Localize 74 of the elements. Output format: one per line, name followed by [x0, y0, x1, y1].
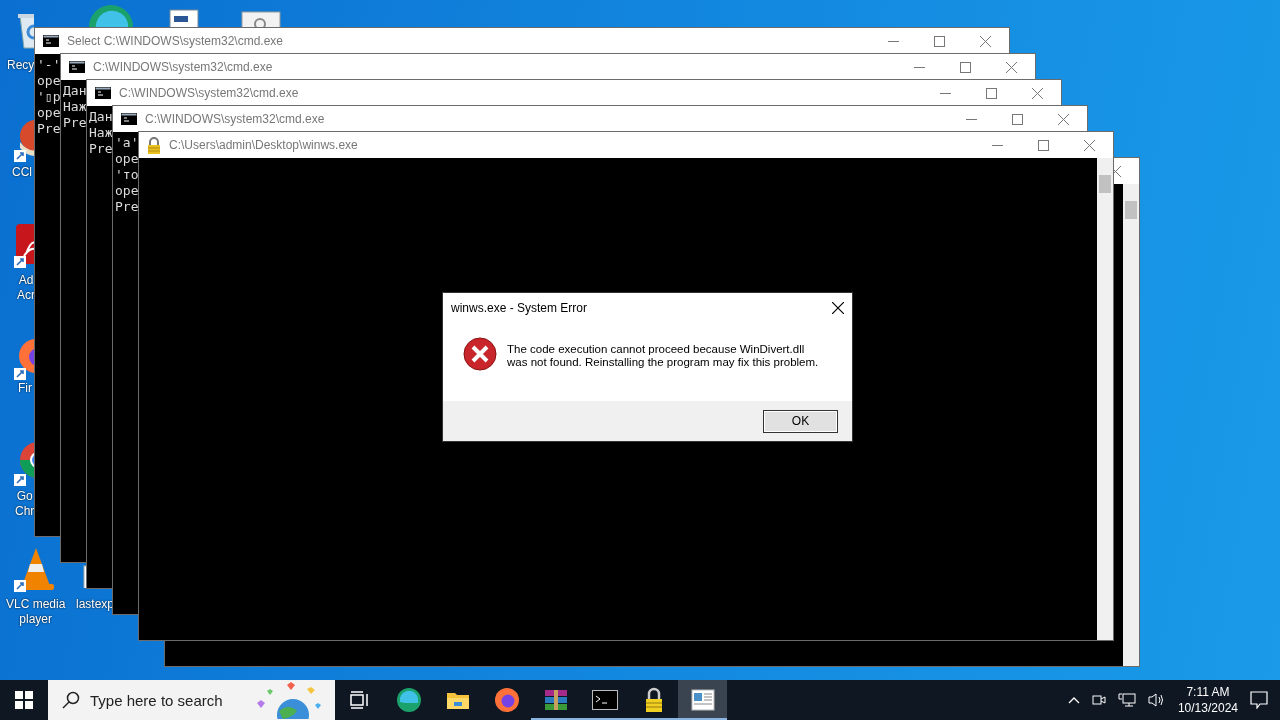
console-text: Наж [63, 99, 87, 115]
volume-icon[interactable] [1147, 692, 1166, 708]
maximize-icon[interactable] [1038, 139, 1049, 151]
console-text: Pre [115, 199, 139, 215]
maximize-icon[interactable] [960, 61, 971, 73]
console-text: ope [37, 73, 61, 89]
error-icon [463, 337, 497, 371]
console-text: ope [115, 151, 139, 167]
console-icon [121, 113, 137, 125]
edge-icon [395, 687, 422, 713]
window-title: C:\WINDOWS\system32\cmd.exe [93, 60, 274, 74]
console-text: Дан [89, 109, 113, 125]
scrollbar[interactable] [1123, 184, 1139, 666]
camera-icon[interactable] [1091, 692, 1106, 708]
console-icon [95, 87, 111, 99]
console-icon [43, 35, 59, 47]
console-text: Дан [63, 83, 87, 99]
close-icon[interactable] [832, 302, 844, 314]
console-text: 'то [115, 167, 139, 183]
ok-button[interactable]: OK [763, 409, 838, 433]
console-text: '-' [37, 57, 61, 73]
task-view-icon [349, 691, 370, 709]
padlock-icon [147, 136, 161, 154]
icon-label[interactable]: VLC media player [6, 597, 66, 627]
icon-label[interactable]: Ad Acr [17, 273, 35, 303]
console-text: Наж [89, 125, 113, 141]
file-icon[interactable] [240, 10, 282, 27]
document-icon[interactable] [166, 8, 202, 27]
acrobat-icon[interactable] [14, 222, 34, 270]
console-text: '▯р [37, 89, 61, 105]
minimize-icon[interactable] [888, 40, 899, 42]
chevron-up-icon[interactable] [1067, 696, 1080, 704]
minimize-icon[interactable] [940, 92, 951, 94]
window-title: C:\WINDOWS\system32\cmd.exe [119, 86, 300, 100]
icon-label[interactable]: lastexp [76, 597, 115, 612]
archive-icon [543, 688, 568, 712]
minimize-icon[interactable] [992, 144, 1003, 146]
search-icon [62, 691, 80, 709]
error-message: The code execution cannot proceed because WinDivert.dll was not found. Reinstalling the program may fix this problem. [507, 343, 819, 369]
icon-label[interactable]: Go Chr [15, 489, 35, 519]
taskbar-app-button[interactable] [678, 680, 727, 720]
maximize-icon[interactable] [1012, 113, 1023, 125]
icon-label[interactable]: Fir [18, 381, 32, 396]
windows-start-icon[interactable] [15, 691, 33, 709]
icon-label[interactable]: Recy [7, 58, 35, 73]
icon-label[interactable]: CCl [12, 165, 32, 180]
maximize-icon[interactable] [986, 87, 997, 99]
console-text: 'a' [115, 135, 139, 151]
maximize-icon[interactable] [934, 35, 945, 47]
clock[interactable]: 7:11 AM 10/13/2024 [1177, 684, 1238, 716]
padlock-icon [644, 687, 663, 713]
console-text: Pre [37, 121, 61, 137]
console-text: Pre [89, 141, 113, 157]
console-text: ope [115, 183, 139, 199]
console-text: Pre [63, 115, 87, 131]
console-icon [591, 690, 618, 710]
minimize-icon[interactable] [966, 118, 977, 120]
minimize-icon[interactable] [914, 66, 925, 68]
scrollbar-thumb[interactable] [1099, 175, 1111, 193]
firefox-icon [493, 687, 520, 713]
ccleaner-icon[interactable] [14, 118, 34, 162]
scrollbar[interactable] [1097, 158, 1113, 640]
folder-icon [445, 690, 470, 710]
scrollbar-thumb[interactable] [1125, 201, 1137, 219]
window-title: C:\WINDOWS\system32\cmd.exe [145, 112, 326, 126]
console-text: ope [37, 105, 61, 121]
dialog-title: winws.exe - System Error [451, 301, 588, 315]
network-icon[interactable] [1117, 692, 1136, 708]
window-icon [690, 689, 715, 711]
console-icon [69, 61, 85, 73]
search-field[interactable]: Type here to search [48, 680, 335, 720]
window-title: Select C:\WINDOWS\system32\cmd.exe [67, 34, 285, 48]
window-title: C:\Users\admin\Desktop\winws.exe [169, 138, 359, 152]
notification-icon[interactable] [1250, 691, 1268, 709]
